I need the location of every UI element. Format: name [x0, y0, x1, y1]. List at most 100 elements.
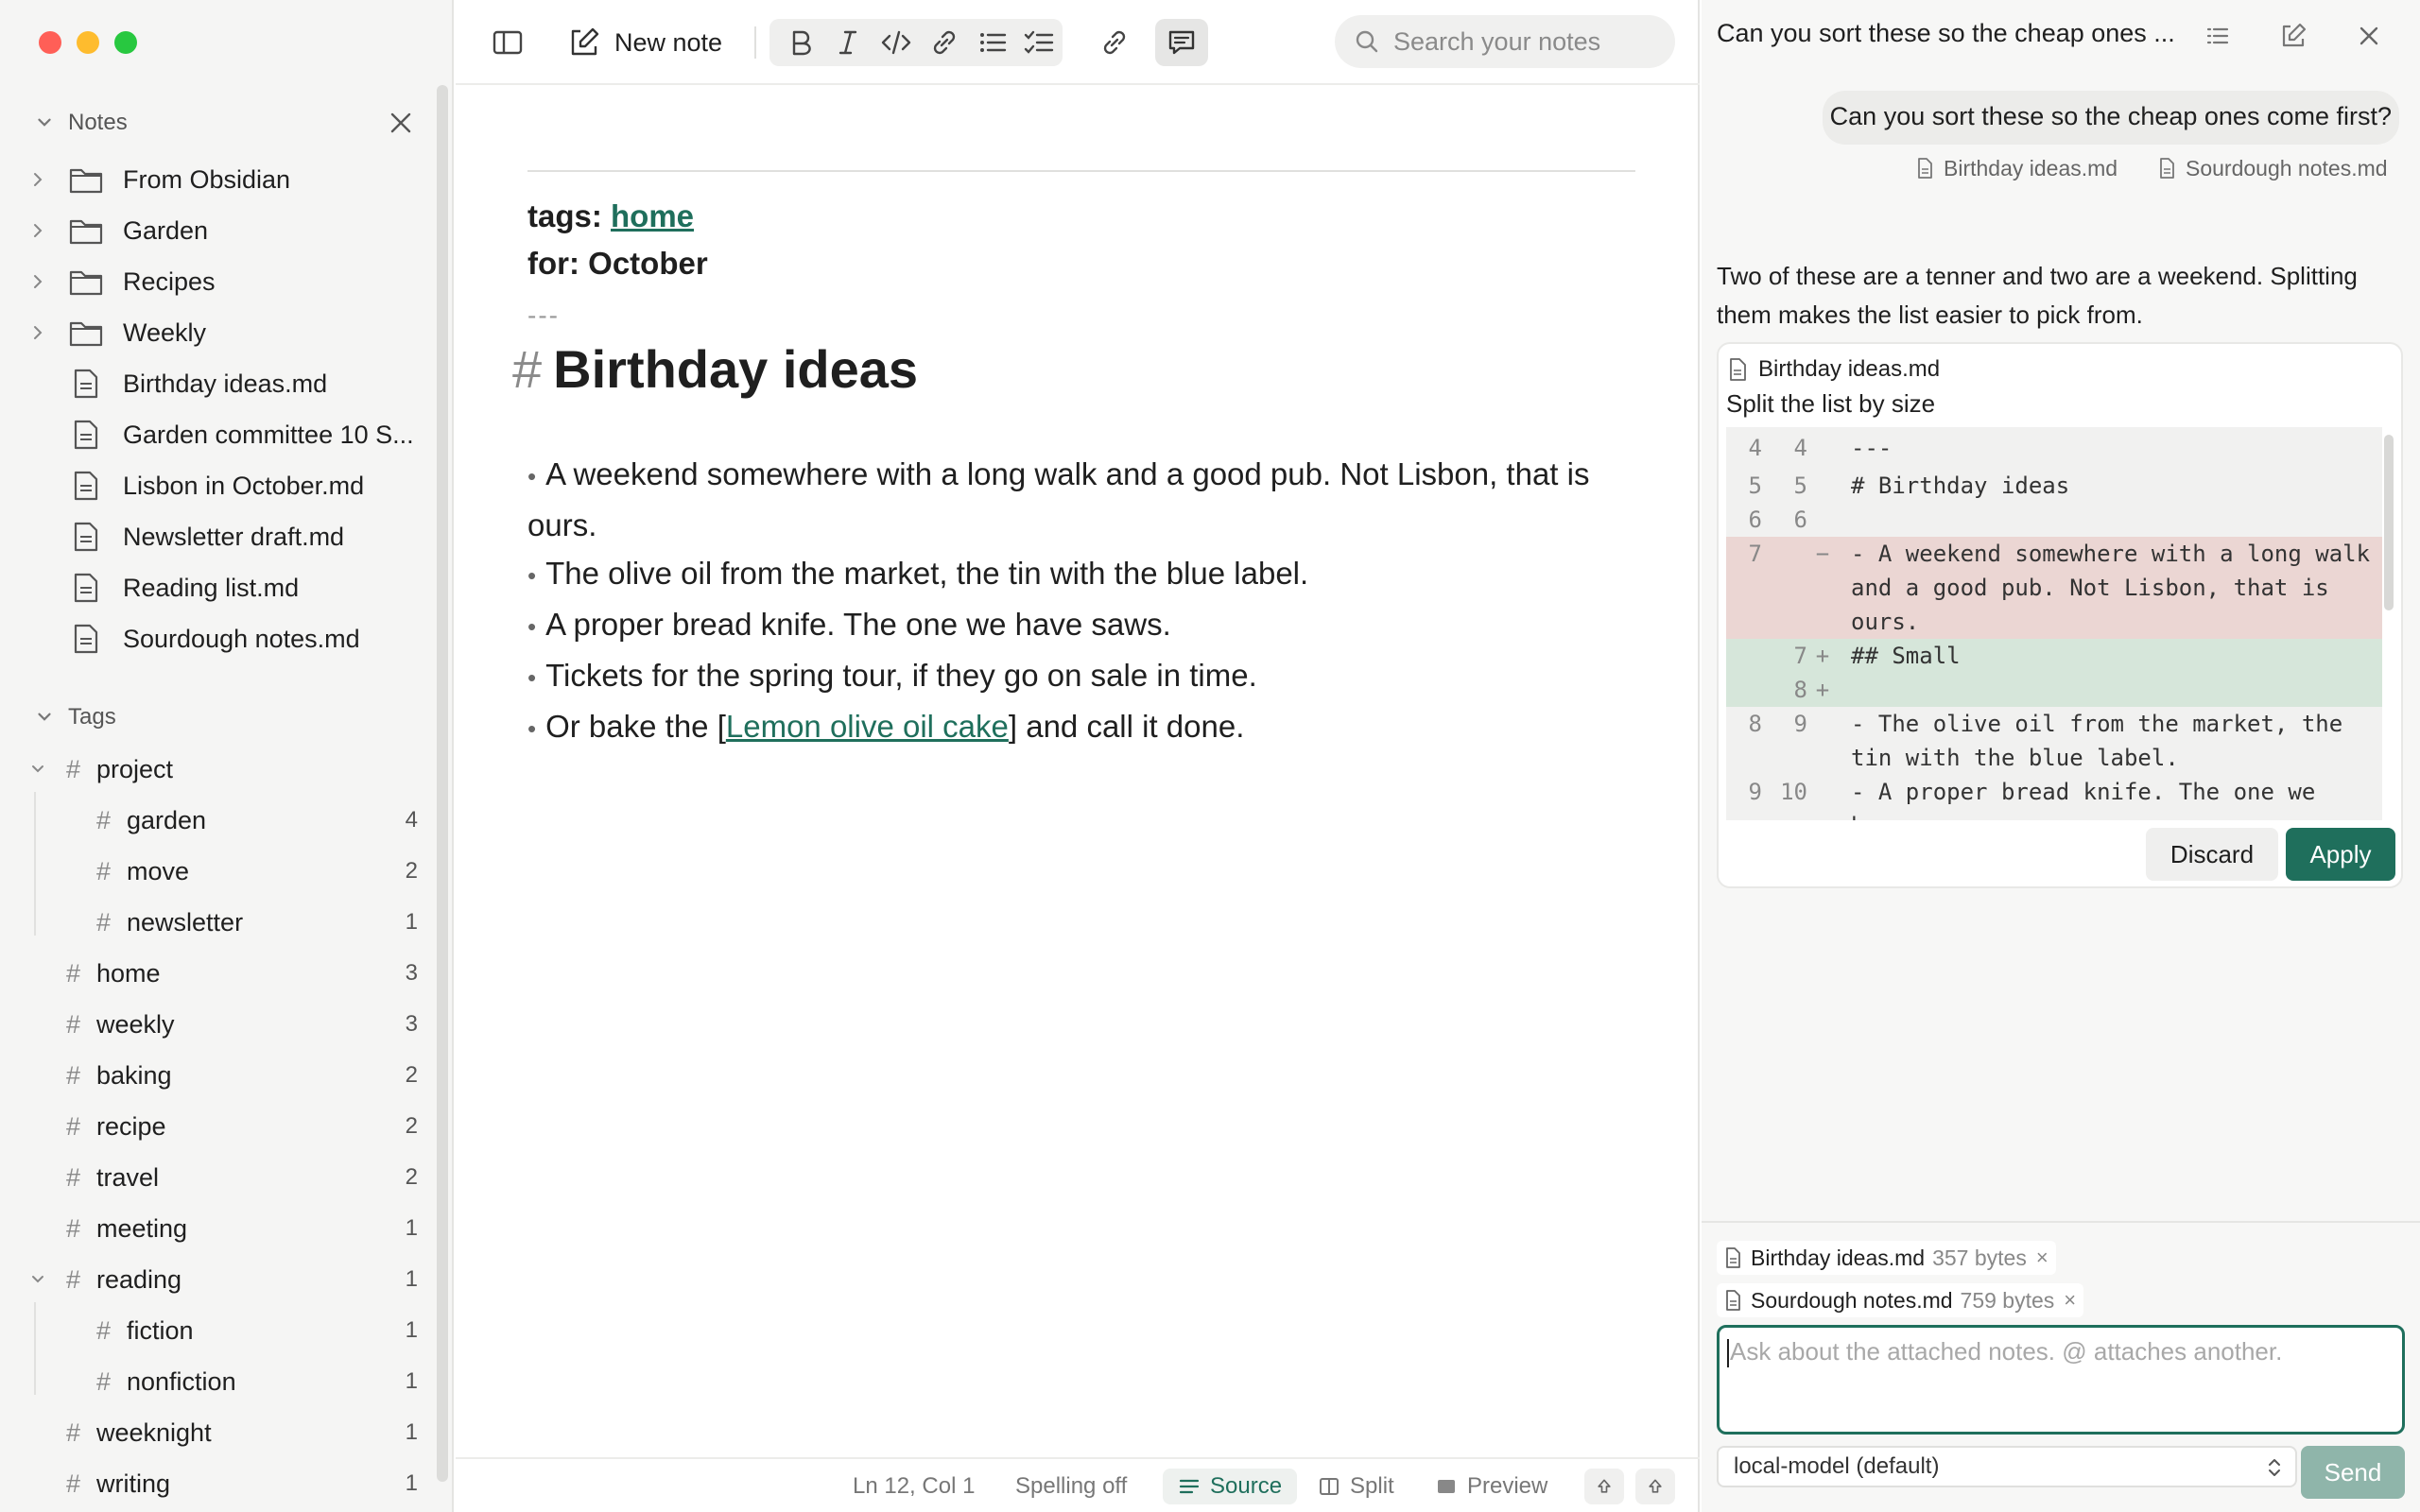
attachment-name: Birthday ideas.md: [1751, 1245, 1926, 1270]
chevron-down-icon: [32, 1276, 43, 1283]
close-icon[interactable]: [2354, 21, 2384, 51]
tags-section-header[interactable]: Tags: [34, 698, 116, 736]
tag-item[interactable]: # fiction 1: [28, 1309, 418, 1352]
code-button[interactable]: [873, 19, 920, 66]
toggle-sidebar-button[interactable]: [484, 19, 531, 66]
sidebar-scrollbar[interactable]: [437, 85, 448, 1482]
chat-toggle-button[interactable]: [1155, 19, 1208, 66]
hash-icon: #: [66, 1060, 81, 1090]
compose-icon[interactable]: [2278, 21, 2308, 51]
file-item[interactable]: Garden committee 10 S...: [28, 413, 422, 456]
scroll-top-button[interactable]: [1635, 1469, 1675, 1504]
status-bar: Ln 12, Col 1 Spelling off Source Split P…: [456, 1457, 1700, 1512]
tag-item[interactable]: # writing 1: [28, 1462, 418, 1505]
folder-item[interactable]: Recipes: [28, 260, 422, 303]
list-item-suffix: ] and call it done.: [1008, 709, 1245, 744]
new-note-button[interactable]: New note: [560, 19, 730, 66]
italic-button[interactable]: [824, 19, 872, 66]
tag-item[interactable]: # baking 2: [28, 1054, 418, 1097]
file-label: Newsletter draft.md: [123, 522, 345, 551]
insert-link-icon: [1103, 30, 1126, 55]
file-item[interactable]: Lisbon in October.md: [28, 464, 422, 507]
hash-icon: #: [96, 907, 112, 936]
file-label: Lisbon in October.md: [123, 471, 365, 500]
tag-label: reading: [96, 1264, 182, 1294]
window-minimize-button[interactable]: [77, 31, 99, 54]
window-close-button[interactable]: [39, 31, 61, 54]
tag-item[interactable]: # newsletter 1: [28, 901, 418, 944]
hash-icon: #: [66, 754, 81, 783]
list-icon[interactable]: [2203, 21, 2233, 51]
tag-item[interactable]: # move 2: [28, 850, 418, 893]
diff-view[interactable]: 4 4 --- 5 5 # Birthday ideas 66 7− - A weeken…: [1726, 427, 2382, 820]
list-item-text: The olive oil from the market, the tin w…: [545, 556, 1309, 591]
tag-label: newsletter: [127, 907, 244, 936]
diff-scrollbar[interactable]: [2384, 435, 2394, 610]
file-item[interactable]: Reading list.md: [28, 566, 422, 610]
code-icon: [881, 30, 911, 55]
message-attachment-chip[interactable]: Birthday ideas.md: [1915, 153, 2118, 183]
search-input[interactable]: Search your notes: [1335, 15, 1675, 68]
old-line-number: 5: [1748, 472, 1762, 499]
file-item[interactable]: Sourdough notes.md: [28, 617, 422, 661]
folder-item[interactable]: Weekly: [28, 311, 422, 354]
hash-icon: #: [96, 1366, 112, 1396]
insert-link-button[interactable]: [1091, 19, 1138, 66]
mode-preview-button[interactable]: Preview: [1435, 1469, 1547, 1504]
scroll-up-button[interactable]: [1584, 1469, 1624, 1504]
tag-item[interactable]: # nonfiction 1: [28, 1360, 418, 1403]
tag-item[interactable]: # recipe 2: [28, 1105, 418, 1148]
checklist-button[interactable]: [1015, 19, 1063, 66]
discard-button[interactable]: Discard: [2146, 828, 2278, 881]
tag-item[interactable]: # project: [28, 747, 418, 791]
apply-button[interactable]: Apply: [2286, 828, 2395, 881]
tag-item[interactable]: # reading 1: [28, 1258, 418, 1301]
remove-attachment-button[interactable]: ×: [2064, 1288, 2076, 1313]
remove-attachment-button[interactable]: ×: [2036, 1246, 2048, 1270]
file-item[interactable]: Birthday ideas.md: [28, 362, 422, 405]
bullet-list-button[interactable]: [969, 19, 1016, 66]
tag-item[interactable]: # meeting 1: [28, 1207, 418, 1250]
old-line-number: 9: [1748, 779, 1762, 805]
list-item: • Or bake the [Lemon olive oil cake] and …: [527, 702, 1635, 753]
model-select[interactable]: local-model (default): [1717, 1446, 2297, 1487]
spelling-toggle[interactable]: Spelling off: [1015, 1469, 1127, 1504]
window-zoom-button[interactable]: [114, 31, 137, 54]
attachment-chip: Birthday ideas.md 357 bytes ×: [1717, 1241, 2056, 1275]
folder-item[interactable]: From Obsidian: [28, 158, 422, 201]
mode-source-button[interactable]: Source: [1163, 1469, 1298, 1504]
sidebar: Notes From Obsidian Garden Recipes Weekl…: [0, 0, 454, 1512]
tag-link-home[interactable]: home: [611, 198, 694, 233]
checklist-icon: [1024, 30, 1054, 54]
mode-split-label: Split: [1350, 1473, 1394, 1499]
chat-icon: [1168, 30, 1195, 55]
list-item: • A weekend somewhere with a long walk an…: [527, 450, 1635, 549]
tag-item[interactable]: # weeknight 1: [28, 1411, 418, 1454]
diff-line-text: - The olive oil from the market, the tin…: [1851, 711, 2357, 771]
tag-item[interactable]: # travel 2: [28, 1156, 418, 1199]
close-icon[interactable]: [388, 110, 414, 136]
bold-button[interactable]: [777, 19, 824, 66]
tag-item[interactable]: # weekly 3: [28, 1003, 418, 1046]
chevron-right-icon: [34, 275, 43, 288]
note-body[interactable]: • A weekend somewhere with a long walk an…: [527, 450, 1635, 753]
list-item-text: Tickets for the spring tour, if they go …: [545, 658, 1257, 693]
send-button[interactable]: Send: [2301, 1446, 2405, 1499]
tag-count: 1: [405, 909, 418, 935]
file-icon: [74, 369, 98, 399]
diff-marker: +: [1815, 643, 1830, 669]
folder-item[interactable]: Garden: [28, 209, 422, 252]
wiki-link[interactable]: Lemon olive oil cake: [726, 709, 1009, 744]
tag-item[interactable]: # garden 4: [28, 799, 418, 842]
chat-input[interactable]: Ask about the attached notes. @ attaches…: [1717, 1325, 2405, 1435]
diff-file-name[interactable]: Birthday ideas.md: [1728, 352, 1940, 387]
message-attachment-chip[interactable]: Sourdough notes.md: [2157, 153, 2388, 183]
tag-item[interactable]: # home 3: [28, 952, 418, 995]
file-item[interactable]: Newsletter draft.md: [28, 515, 422, 558]
notes-section-header[interactable]: Notes: [34, 104, 128, 142]
new-line-number: 5: [1793, 472, 1807, 499]
list-item: • A proper bread knife. The one we have s…: [527, 600, 1635, 651]
link-button[interactable]: [921, 19, 968, 66]
bullet-marker: •: [527, 612, 537, 641]
mode-split-button[interactable]: Split: [1318, 1469, 1394, 1504]
